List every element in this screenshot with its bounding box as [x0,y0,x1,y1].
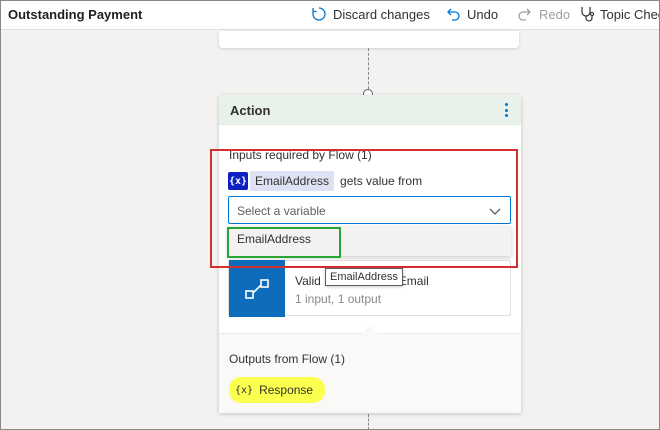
undo-button[interactable]: Undo [445,6,498,22]
undo-icon [447,8,460,21]
flow-meta: 1 input, 1 output [295,292,382,306]
redo-icon [518,8,531,21]
variable-icon: {x} [235,384,254,396]
discard-changes-button[interactable]: Discard changes [311,6,430,22]
topic-checker-button[interactable]: Topic Chec [580,6,660,22]
output-variable-name: Response [259,383,314,397]
tooltip: EmailAddress [325,268,403,286]
undo-label: Undo [467,6,499,22]
flow-name-end: Email [398,274,429,288]
outputs-section: Outputs from Flow (1) {x} Response [219,333,521,413]
redo-button[interactable]: Redo [517,6,570,22]
redo-label: Redo [539,6,571,22]
topic-checker-label: Topic Chec [600,6,660,22]
outputs-label: Outputs from Flow (1) [229,352,346,366]
connector-line-bottom [368,414,369,430]
page-title: Outstanding Payment [8,7,143,22]
flow-name-start: Valid [295,274,321,288]
output-variable[interactable]: {x} Response [229,377,325,403]
previous-node[interactable] [219,31,519,48]
action-node-header: Action [219,95,521,125]
more-options-icon[interactable] [503,103,509,117]
stethoscope-icon [581,7,594,22]
connector-line [368,48,369,94]
action-node-title: Action [230,103,271,118]
annotation-green-box [227,227,341,258]
toolbar: Outstanding Payment Discard changes Undo… [0,0,660,30]
flow-icon [229,260,285,317]
discard-icon [312,7,326,21]
discard-changes-label: Discard changes [333,6,430,22]
